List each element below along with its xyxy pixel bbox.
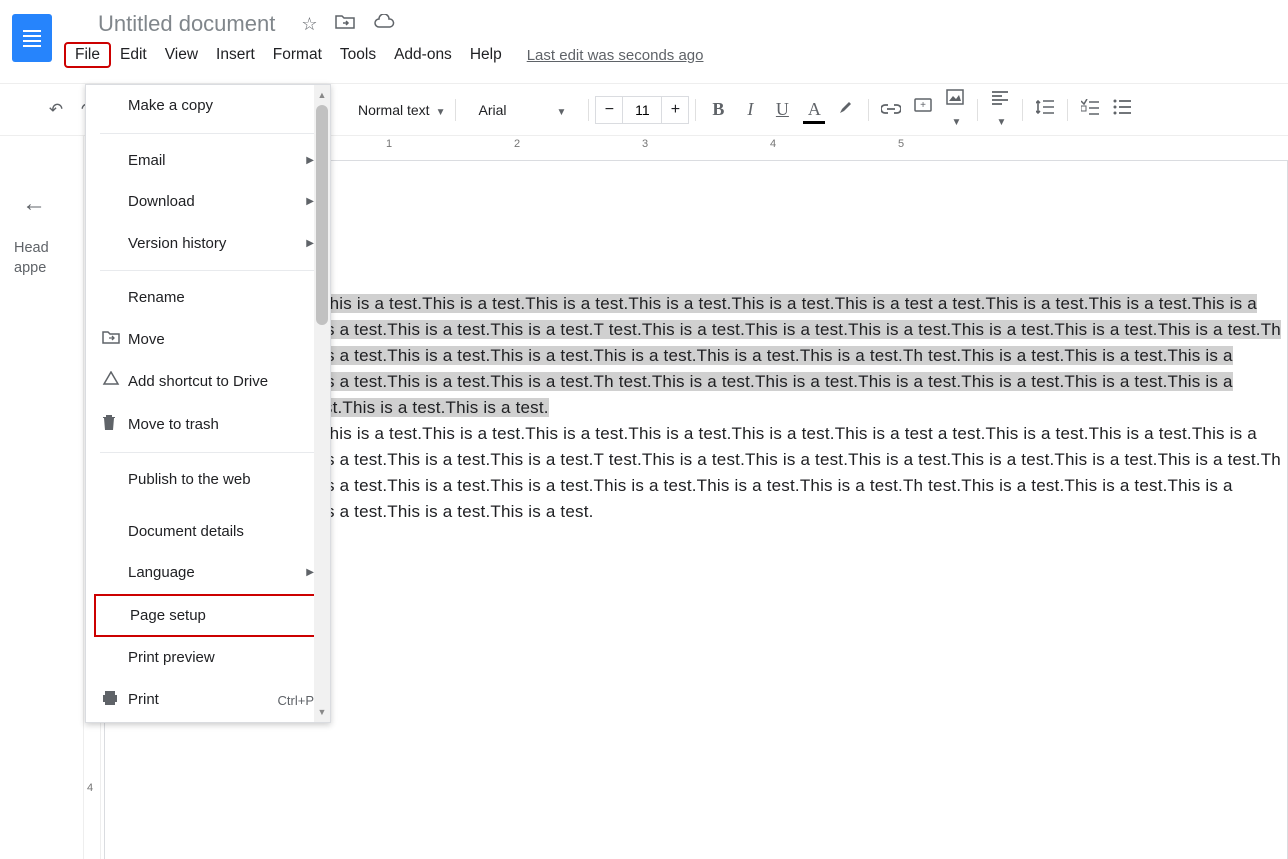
menu-label: Rename: [128, 288, 314, 308]
line-spacing-button[interactable]: [1034, 99, 1056, 120]
menu-version-history[interactable]: Version history▶: [86, 223, 330, 265]
submenu-arrow-icon: ▶: [306, 238, 314, 249]
ruler-number: 4: [770, 138, 776, 150]
menu-label: Language: [128, 563, 306, 583]
submenu-arrow-icon: ▶: [306, 567, 314, 578]
menu-file[interactable]: File: [64, 42, 111, 68]
menu-document-details[interactable]: Document details: [86, 511, 330, 553]
paragraph: This is a test.This is a test.This is a …: [251, 421, 1287, 525]
font-family-select[interactable]: Arial▼: [462, 96, 582, 124]
outline-panel: ← Head appe: [0, 136, 84, 859]
ruler-number: 4: [87, 782, 93, 794]
menu-separator: [100, 270, 316, 271]
collapse-outline-icon[interactable]: ←: [22, 190, 75, 218]
menu-tools[interactable]: Tools: [331, 42, 385, 68]
trash-icon: [102, 414, 128, 435]
font-family-label: Arial: [478, 102, 506, 118]
cloud-status-icon[interactable]: [373, 14, 395, 35]
bulleted-list-button[interactable]: [1111, 99, 1133, 120]
menu-label: Version history: [128, 234, 306, 254]
menu-view[interactable]: View: [156, 42, 207, 68]
menu-addons[interactable]: Add-ons: [385, 42, 461, 68]
move-folder-icon[interactable]: [335, 14, 355, 35]
menu-email[interactable]: Email▶: [86, 140, 330, 182]
menu-label: Print preview: [128, 648, 314, 668]
checklist-button[interactable]: [1079, 99, 1101, 120]
docs-app-icon[interactable]: [12, 14, 52, 62]
bold-button[interactable]: B: [707, 99, 729, 120]
menu-separator: [100, 133, 316, 134]
ruler-number: 5: [898, 138, 904, 150]
menu-label: Make a copy: [128, 96, 314, 116]
body-text: This is a test.This is a test.This is a …: [251, 424, 1281, 521]
move-icon: [102, 330, 128, 349]
menu-publish-to-web[interactable]: Publish to the web: [86, 459, 330, 501]
submenu-arrow-icon: ▶: [306, 196, 314, 207]
undo-icon[interactable]: ↶: [45, 100, 67, 120]
ruler-number: 1: [386, 138, 392, 150]
outline-placeholder: Head appe: [8, 238, 75, 279]
outline-line: Head: [14, 240, 49, 256]
outline-line: appe: [14, 260, 46, 276]
menu-add-shortcut[interactable]: Add shortcut to Drive: [86, 360, 330, 403]
menu-label: Email: [128, 151, 306, 171]
align-button[interactable]: ▼: [989, 90, 1011, 130]
menu-label: Add shortcut to Drive: [128, 372, 314, 392]
menu-move[interactable]: Move: [86, 319, 330, 361]
ruler-number: 3: [642, 138, 648, 150]
paragraph-style-select[interactable]: Normal text▼: [354, 96, 449, 124]
svg-text:+: +: [920, 100, 926, 111]
menu-language[interactable]: Language▶: [86, 552, 330, 594]
menu-separator: [100, 452, 316, 453]
menu-label: Move: [128, 330, 314, 350]
menu-help[interactable]: Help: [461, 42, 511, 68]
text-color-button[interactable]: A: [803, 99, 825, 120]
font-size-decrease[interactable]: −: [595, 96, 623, 124]
menu-print-preview[interactable]: Print preview: [86, 637, 330, 679]
insert-link-button[interactable]: [880, 100, 902, 120]
font-size-control: − +: [595, 96, 689, 124]
add-comment-button[interactable]: +: [912, 98, 934, 121]
menu-label: Download: [128, 192, 306, 212]
menu-insert[interactable]: Insert: [207, 42, 264, 68]
document-title[interactable]: Untitled document: [92, 9, 281, 39]
italic-button[interactable]: I: [739, 99, 761, 120]
menu-label: Print: [128, 690, 278, 710]
menu-download[interactable]: Download▶: [86, 181, 330, 223]
drive-shortcut-icon: [102, 371, 128, 392]
menubar: File Edit View Insert Format Tools Add-o…: [64, 40, 1272, 70]
selected-text: This is a test.This is a test.This is a …: [251, 294, 1281, 417]
menu-label: Publish to the web: [128, 470, 314, 490]
menu-page-setup[interactable]: Page setup: [96, 596, 314, 636]
font-size-input[interactable]: [623, 96, 661, 124]
menu-label: Page setup: [130, 606, 306, 626]
shortcut-label: Ctrl+P: [278, 693, 314, 708]
paragraph-style-label: Normal text: [358, 102, 430, 118]
underline-button[interactable]: U: [771, 99, 793, 120]
menu-print[interactable]: PrintCtrl+P: [86, 679, 330, 722]
star-icon[interactable]: ☆: [301, 14, 317, 35]
menu-label: Document details: [128, 522, 314, 542]
highlight-color-button[interactable]: [835, 98, 857, 121]
insert-image-button[interactable]: ▼: [944, 89, 966, 130]
font-size-increase[interactable]: +: [661, 96, 689, 124]
menu-make-a-copy[interactable]: Make a copy: [86, 85, 330, 127]
ruler-number: 2: [514, 138, 520, 150]
menu-move-to-trash[interactable]: Move to trash: [86, 403, 330, 446]
page-setup-highlight: Page setup: [94, 594, 316, 638]
print-icon: [102, 690, 128, 711]
submenu-arrow-icon: ▶: [306, 155, 314, 166]
menu-rename[interactable]: Rename: [86, 277, 330, 319]
file-menu-dropdown: ▲ ▼ Make a copy Email▶ Download▶ Version…: [85, 84, 331, 723]
header: Untitled document ☆ File Edit View Inser…: [0, 0, 1288, 84]
menu-label: Move to trash: [128, 415, 314, 435]
last-edit-link[interactable]: Last edit was seconds ago: [527, 47, 704, 64]
paragraph: This is a test.This is a test.This is a …: [251, 291, 1287, 421]
menu-edit[interactable]: Edit: [111, 42, 156, 68]
menu-format[interactable]: Format: [264, 42, 331, 68]
